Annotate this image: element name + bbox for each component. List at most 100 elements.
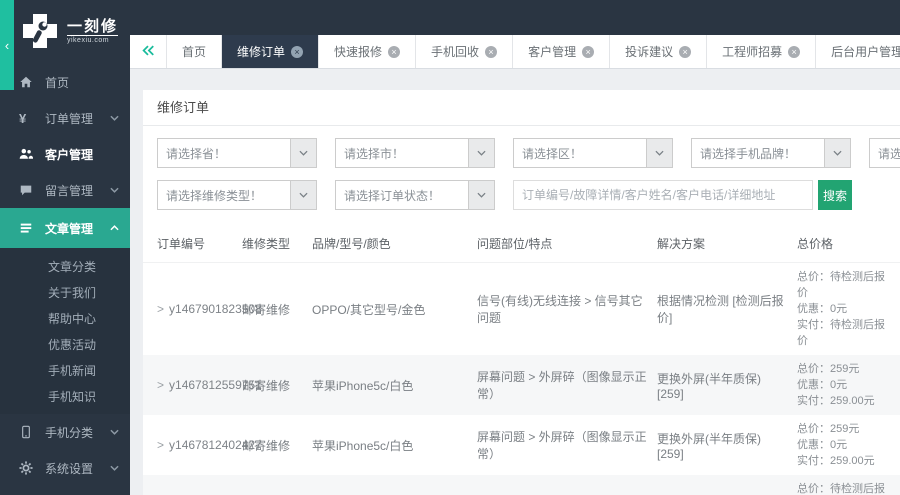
problem: 屏幕问题 > 外屏碎（图像显示正常）	[477, 370, 647, 401]
users-icon	[19, 147, 33, 161]
sidebar-item-phone-categories[interactable]: 手机分类	[0, 414, 130, 450]
tab-complaints[interactable]: 投诉建议 ×	[610, 35, 708, 68]
row-expander-icon[interactable]: >	[157, 438, 164, 452]
tab-label: 首页	[182, 45, 207, 59]
tab-repair-orders[interactable]: 维修订单 ×	[222, 35, 320, 68]
device: OPPO/其它型号/金色	[312, 302, 426, 317]
device: 苹果iPhone5c/白色	[312, 378, 414, 393]
select-value: 请选择手机型号！	[878, 146, 900, 161]
column-header: 订单编号	[157, 236, 206, 251]
sidebar-item-home[interactable]: 首页	[0, 64, 130, 100]
tab-label: 手机回收	[431, 45, 480, 59]
chevron-up-icon	[110, 225, 120, 231]
sidebar-collapse-strip[interactable]: ‹	[0, 0, 14, 90]
orders-table: 订单编号 维修类型 品牌/型号/颜色 问题部位/特点 解决方案 总价格 > y14…	[143, 224, 900, 495]
chevron-down-icon	[110, 115, 120, 121]
price: 总价：259元 优惠：0元 实付：259.00元	[797, 423, 875, 467]
select-value: 请选择省！	[166, 146, 227, 161]
column-header: 品牌/型号/颜色	[312, 236, 391, 251]
tab-label: 维修订单	[237, 45, 286, 59]
device: 苹果iPhone5c/白色	[312, 438, 414, 453]
sidebar-item-label: 系统设置	[45, 461, 94, 476]
chevron-down-icon	[290, 181, 316, 209]
sidebar-item-articles[interactable]: 文章管理	[0, 208, 130, 248]
brand-name: 一刻修	[67, 18, 119, 35]
tab-quick-repair[interactable]: 快速报修 ×	[319, 35, 417, 68]
repair-type-select[interactable]: 请选择维修类型！	[157, 180, 317, 210]
submenu-item-phone-news[interactable]: 手机新闻	[0, 358, 130, 384]
sidebar-item-label: 手机分类	[45, 425, 94, 440]
repair-orders-panel: 维修订单 请选择省！ 请选择市！ 请选择区！ 请选择手机品牌！ 请选 请选择维修…	[143, 90, 900, 495]
close-icon[interactable]: ×	[788, 45, 801, 58]
repair-type: 邮寄维修	[242, 302, 291, 317]
filters: 请选择省！ 请选择市！ 请选择区！ 请选择手机品牌！ 请选 请选择维修类型！ 请…	[143, 138, 900, 210]
province-select[interactable]: 请选择省！	[157, 138, 317, 168]
column-header: 维修类型	[242, 236, 291, 251]
phone-model-select[interactable]: 请选择手机型号！	[869, 138, 900, 168]
sidebar: 一刻修 yikexiu.com 首页 ¥ 订单管理 客户管理 留言管理 文章管理…	[0, 0, 130, 495]
sidebar-item-customers[interactable]: 客户管理	[0, 136, 130, 172]
gear-icon	[19, 461, 33, 475]
main-content: 维修订单 请选择省！ 请选择市！ 请选择区！ 请选择手机品牌！ 请选 请选择维修…	[130, 69, 900, 495]
submenu-item-phone-knowledge[interactable]: 手机知识	[0, 384, 130, 410]
sidebar-item-label: 首页	[45, 75, 70, 90]
table-row[interactable]: >y1467532012188 邮寄维修 三星/其它型号/金色/国行 开关机问题…	[143, 475, 900, 495]
row-expander-icon[interactable]: >	[157, 378, 164, 392]
select-value: 请选择订单状态！	[344, 188, 441, 203]
submenu-item-promotions[interactable]: 优惠活动	[0, 332, 130, 358]
price: 总价：259元 优惠：0元 实付：259.00元	[797, 363, 875, 407]
select-value: 请选择市！	[344, 146, 405, 161]
chevron-down-icon	[824, 139, 850, 167]
tab-home[interactable]: 首页	[167, 35, 223, 68]
comment-icon	[19, 183, 33, 197]
brand-domain: yikexiu.com	[67, 35, 119, 44]
page-title: 维修订单	[143, 90, 900, 126]
close-icon[interactable]: ×	[582, 45, 595, 58]
solution: 更换外屏(半年质保) [259]	[657, 431, 761, 461]
sidebar-item-label: 文章管理	[45, 221, 94, 236]
close-icon[interactable]: ×	[291, 45, 304, 58]
logo[interactable]: 一刻修 yikexiu.com	[0, 0, 130, 56]
chevron-down-icon	[110, 465, 120, 471]
double-chevron-left-icon	[141, 43, 155, 61]
article-list-icon	[19, 221, 33, 235]
close-icon[interactable]: ×	[485, 45, 498, 58]
tab-customer-management[interactable]: 客户管理 ×	[513, 35, 611, 68]
sidebar-item-system-settings[interactable]: 系统设置	[0, 450, 130, 486]
filter-row-1: 请选择省！ 请选择市！ 请选择区！ 请选择手机品牌！ 请选	[157, 138, 900, 168]
chevron-down-icon	[110, 187, 120, 193]
tabs-scroll-left-button[interactable]	[130, 35, 167, 68]
home-icon	[19, 75, 33, 89]
tab-admin-users[interactable]: 后台用户管理 ×	[816, 35, 900, 68]
submenu-item-help-center[interactable]: 帮助中心	[0, 306, 130, 332]
tab-label: 投诉建议	[625, 45, 674, 59]
search-input[interactable]	[513, 180, 813, 210]
repair-type: 邮寄维修	[242, 378, 291, 393]
brand-cross-wrench-icon	[20, 11, 60, 51]
tab-label: 后台用户管理	[831, 45, 900, 59]
row-expander-icon[interactable]: >	[157, 302, 164, 316]
select-value: 请选择维修类型！	[166, 188, 263, 203]
district-select[interactable]: 请选择区！	[513, 138, 673, 168]
articles-submenu: 文章分类 关于我们 帮助中心 优惠活动 手机新闻 手机知识	[0, 248, 130, 414]
tab-phone-recycle[interactable]: 手机回收 ×	[416, 35, 514, 68]
submenu-item-article-categories[interactable]: 文章分类	[0, 254, 130, 280]
sidebar-item-orders[interactable]: ¥ 订单管理	[0, 100, 130, 136]
table-row[interactable]: > y1467812402427 邮寄维修 苹果iPhone5c/白色 屏幕问题 …	[143, 415, 900, 475]
tab-label: 客户管理	[528, 45, 577, 59]
table-row[interactable]: > y1467812559751 邮寄维修 苹果iPhone5c/白色 屏幕问题 …	[143, 355, 900, 415]
phone-brand-select[interactable]: 请选择手机品牌！	[691, 138, 851, 168]
tab-engineer-recruit[interactable]: 工程师招募 ×	[707, 35, 817, 68]
search-button[interactable]: 搜索	[818, 180, 852, 210]
problem: 信号(有线)无线连接 > 信号其它问题	[477, 294, 643, 325]
submenu-item-about-us[interactable]: 关于我们	[0, 280, 130, 306]
sidebar-item-messages[interactable]: 留言管理	[0, 172, 130, 208]
city-select[interactable]: 请选择市！	[335, 138, 495, 168]
column-header: 问题部位/特点	[477, 236, 553, 251]
close-icon[interactable]: ×	[679, 45, 692, 58]
chevron-down-icon	[468, 139, 494, 167]
select-value: 请选择区！	[522, 146, 583, 161]
order-status-select[interactable]: 请选择订单状态！	[335, 180, 495, 210]
table-row[interactable]: > y1467901823508 邮寄维修 OPPO/其它型号/金色 信号(有线)…	[143, 263, 900, 355]
close-icon[interactable]: ×	[388, 45, 401, 58]
